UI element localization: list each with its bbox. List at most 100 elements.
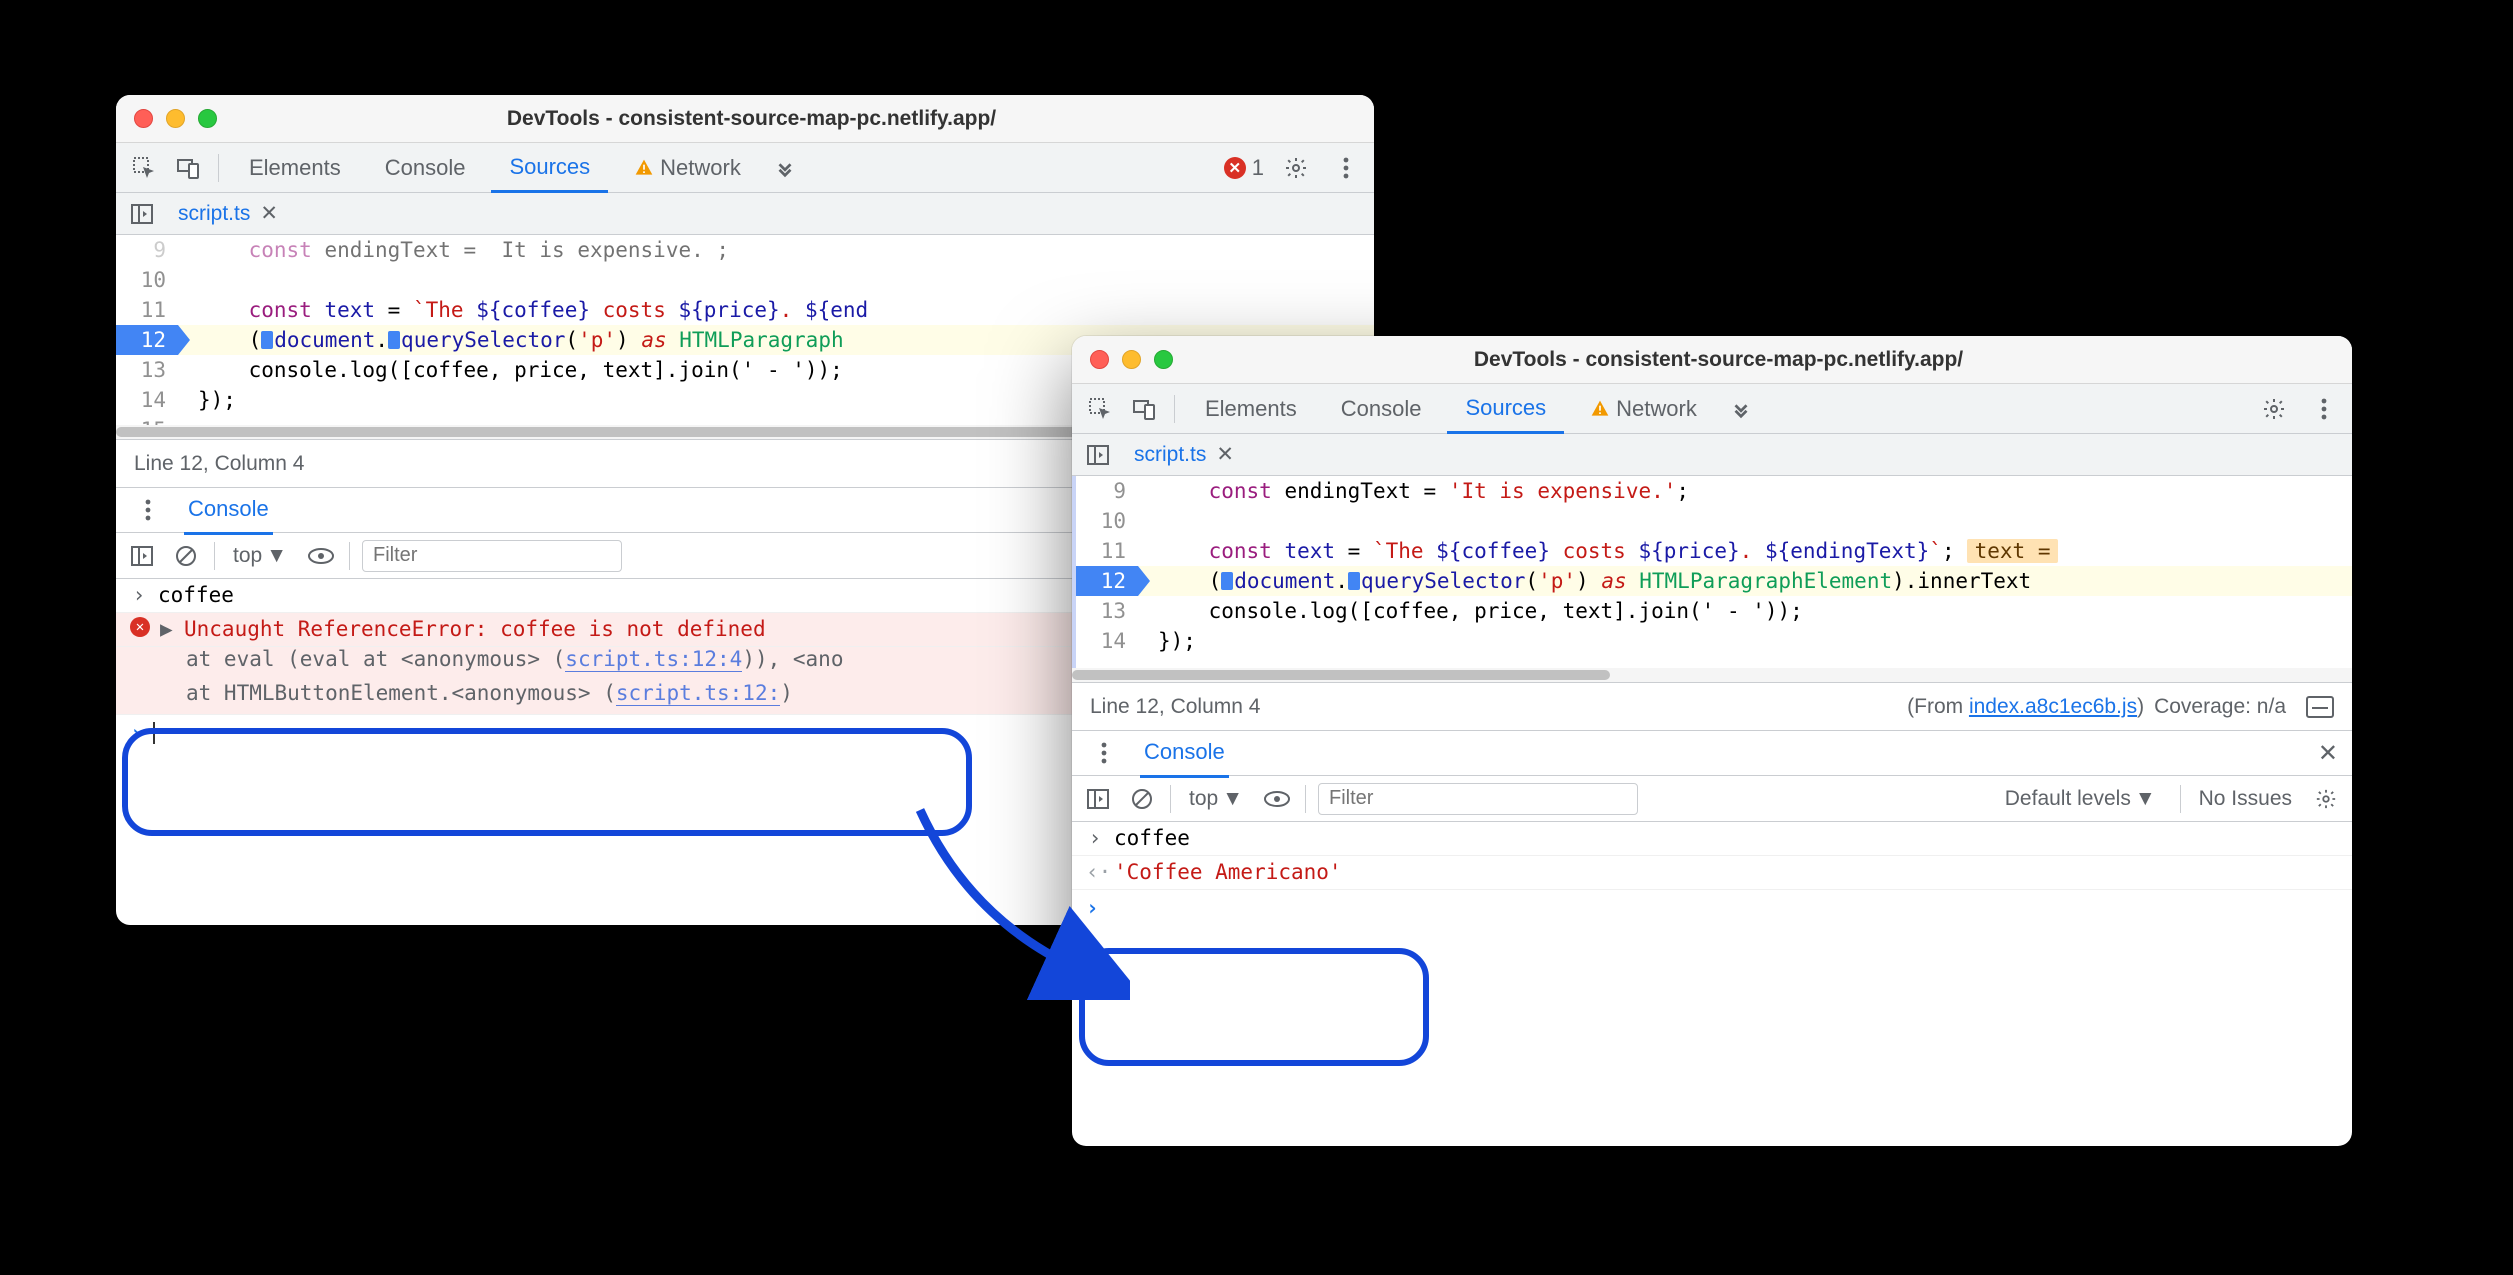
text-cursor — [153, 722, 155, 744]
separator — [214, 542, 215, 570]
error-count-value: 1 — [1252, 155, 1264, 181]
drawer-tab-console[interactable]: Console — [184, 486, 273, 535]
horizontal-scrollbar[interactable] — [1072, 668, 2352, 682]
context-label: top — [1189, 787, 1218, 811]
zoom-icon[interactable] — [198, 109, 217, 128]
titlebar[interactable]: DevTools - consistent-source-map-pc.netl… — [1072, 336, 2352, 384]
zoom-icon[interactable] — [1154, 350, 1173, 369]
cursor-position: Line 12, Column 4 — [134, 452, 304, 476]
close-drawer-icon[interactable]: ✕ — [2318, 739, 2338, 768]
device-toggle-icon[interactable] — [170, 150, 206, 186]
close-file-icon[interactable]: ✕ — [1216, 442, 1234, 467]
kebab-icon[interactable] — [130, 492, 166, 528]
separator — [349, 542, 350, 570]
input-caret-icon: › — [130, 583, 148, 607]
filter-input[interactable] — [1318, 783, 1638, 815]
code-line: const text = `The ${coffee} costs ${pric… — [1138, 536, 2352, 566]
issues-label[interactable]: No Issues — [2199, 787, 2292, 811]
line-number: 14 — [1076, 626, 1138, 656]
gear-icon[interactable] — [1278, 150, 1314, 186]
device-toggle-icon[interactable] — [1126, 391, 1162, 427]
trace-link[interactable]: script.ts:12: — [616, 681, 780, 706]
source-map-link[interactable]: index.a8c1ec6b.js — [1969, 695, 2137, 718]
tab-network-label: Network — [660, 155, 741, 181]
main-toolbar: Elements Console Sources Network — [1072, 384, 2352, 434]
minimize-icon[interactable] — [1122, 350, 1141, 369]
tab-sources[interactable]: Sources — [1447, 384, 1564, 434]
kebab-icon[interactable] — [1086, 735, 1122, 771]
code-line-exec: (document.querySelector('p') as HTMLPara… — [1138, 566, 2352, 596]
cursor-position: Line 12, Column 4 — [1090, 695, 1260, 719]
traffic-lights — [1090, 350, 1173, 369]
line-number: 11 — [116, 295, 178, 325]
sidebar-toggle-icon[interactable] — [1082, 783, 1114, 815]
inspect-icon[interactable] — [126, 150, 162, 186]
live-expression-icon[interactable] — [305, 540, 337, 572]
separator — [1170, 785, 1171, 813]
tab-console[interactable]: Console — [1323, 384, 1440, 434]
clear-console-icon[interactable] — [170, 540, 202, 572]
filter-input[interactable] — [362, 540, 622, 572]
live-expression-icon[interactable] — [1261, 783, 1293, 815]
tab-elements[interactable]: Elements — [231, 143, 359, 193]
drawer-header: Console ✕ — [1072, 730, 2352, 776]
input-caret-icon: › — [1086, 826, 1104, 850]
context-label: top — [233, 544, 262, 568]
code-line: const endingText = 'It is expensive.'; — [1138, 476, 2352, 506]
navigator-toggle-icon[interactable] — [126, 198, 158, 230]
kebab-icon[interactable] — [2306, 391, 2342, 427]
console-body: › coffee ‹· 'Coffee Americano' › — [1072, 822, 2352, 926]
sidebar-toggle-icon[interactable] — [126, 540, 158, 572]
source-editor[interactable]: 9 const endingText = 'It is expensive.';… — [1072, 476, 2352, 668]
stack-trace-line: at HTMLButtonElement.<anonymous> (script… — [130, 681, 793, 705]
chevron-down-icon: ▼ — [1222, 787, 1243, 811]
pretty-print-icon[interactable] — [2306, 696, 2334, 718]
tab-network[interactable]: Network — [616, 143, 759, 193]
close-icon[interactable] — [134, 109, 153, 128]
source-map-from: (From index.a8c1ec6b.js) — [1907, 695, 2144, 719]
code-line — [178, 265, 1374, 295]
file-tab-label: script.ts — [178, 202, 250, 226]
console-prompt[interactable]: › — [1072, 890, 2352, 926]
line-number: 10 — [116, 265, 178, 295]
tab-sources[interactable]: Sources — [491, 143, 608, 193]
file-tab-script[interactable]: script.ts ✕ — [170, 197, 286, 230]
chevron-down-icon: ▼ — [266, 544, 287, 568]
error-counter[interactable]: ✕ 1 — [1224, 155, 1264, 181]
close-icon[interactable] — [1090, 350, 1109, 369]
titlebar[interactable]: DevTools - consistent-source-map-pc.netl… — [116, 95, 1374, 143]
log-levels-selector[interactable]: Default levels ▼ — [1999, 787, 2162, 811]
console-toolbar: top ▼ Default levels ▼ No Issues — [1072, 776, 2352, 822]
console-result-row: ‹· 'Coffee Americano' — [1072, 856, 2352, 890]
gear-icon[interactable] — [2310, 783, 2342, 815]
warning-icon — [634, 158, 654, 178]
context-selector[interactable]: top ▼ — [227, 544, 293, 568]
separator — [2180, 785, 2181, 813]
trace-link[interactable]: script.ts:12:4 — [565, 647, 742, 672]
context-selector[interactable]: top ▼ — [1183, 787, 1249, 811]
line-number: 15 — [116, 415, 178, 425]
traffic-lights — [134, 109, 217, 128]
navigator-toggle-icon[interactable] — [1082, 439, 1114, 471]
tab-network[interactable]: Network — [1572, 384, 1715, 434]
tab-console[interactable]: Console — [367, 143, 484, 193]
expand-icon[interactable]: ▶ — [160, 617, 174, 641]
line-number-exec: 12 — [1076, 566, 1138, 596]
console-input-row: › coffee — [1072, 822, 2352, 856]
drawer-tab-console[interactable]: Console — [1140, 729, 1229, 778]
close-file-icon[interactable]: ✕ — [260, 201, 278, 226]
clear-console-icon[interactable] — [1126, 783, 1158, 815]
prompt-caret-icon: › — [130, 721, 143, 745]
more-tabs-icon[interactable] — [1723, 391, 1759, 427]
gear-icon[interactable] — [2256, 391, 2292, 427]
line-number-exec: 12 — [116, 325, 178, 355]
line-number: 13 — [1076, 596, 1138, 626]
minimize-icon[interactable] — [166, 109, 185, 128]
editor-statusbar: Line 12, Column 4 (From index.a8c1ec6b.j… — [1072, 682, 2352, 730]
levels-label: Default levels — [2005, 787, 2131, 811]
kebab-icon[interactable] — [1328, 150, 1364, 186]
more-tabs-icon[interactable] — [767, 150, 803, 186]
file-tab-script[interactable]: script.ts ✕ — [1126, 438, 1242, 471]
tab-elements[interactable]: Elements — [1187, 384, 1315, 434]
inspect-icon[interactable] — [1082, 391, 1118, 427]
